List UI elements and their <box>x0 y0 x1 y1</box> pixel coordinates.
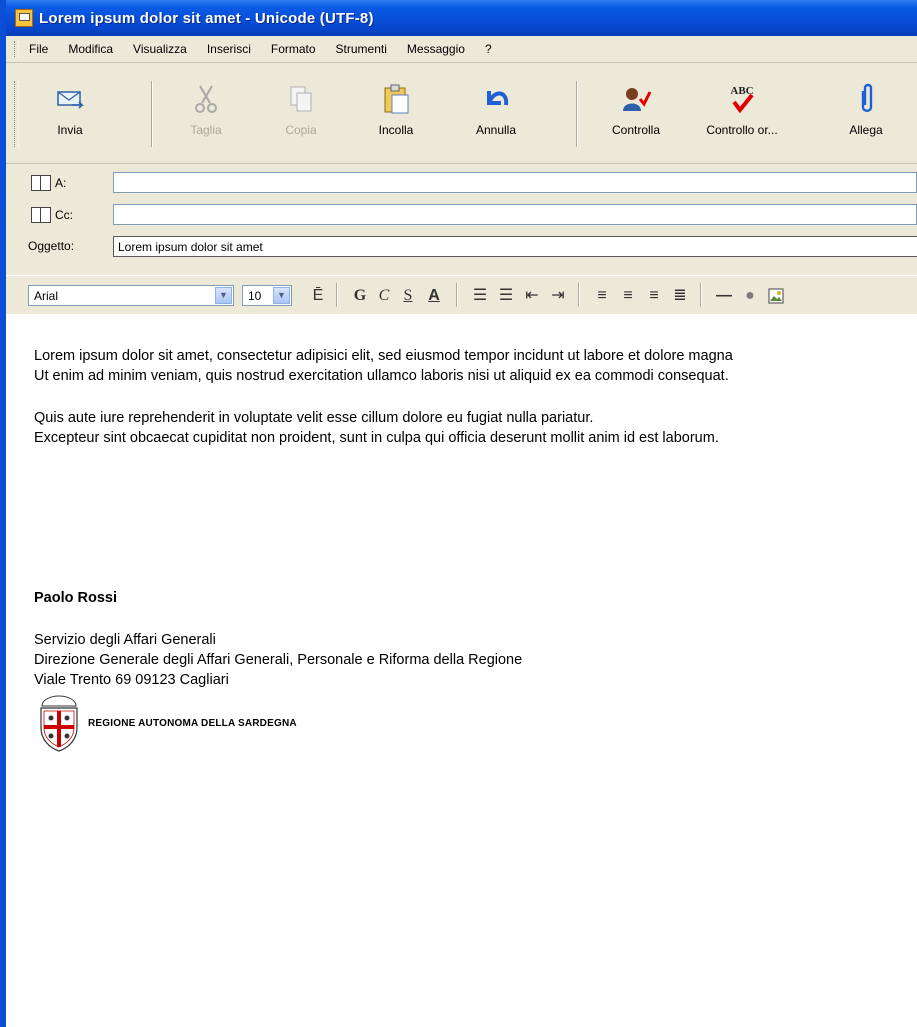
send-button[interactable]: Invia <box>30 75 110 155</box>
window-title: Lorem ipsum dolor sit amet - Unicode (UT… <box>39 9 374 27</box>
body-line: Ut enim ad minim veniam, quis nostrud ex… <box>34 368 729 384</box>
attach-label: Allega <box>849 123 883 137</box>
font-size-value: 10 <box>248 289 262 303</box>
chevron-down-icon[interactable]: ▼ <box>273 287 290 304</box>
address-book-icon <box>31 175 51 191</box>
justify-icon[interactable]: ≣ <box>670 286 690 306</box>
menu-inserisci[interactable]: Inserisci <box>207 42 251 56</box>
signature-department: Direzione Generale degli Affari Generali… <box>34 652 523 668</box>
menu-bar: File Modifica Visualizza Inserisci Forma… <box>6 36 917 63</box>
toolbar-separator <box>456 283 458 307</box>
horizontal-line-icon[interactable]: — <box>714 286 734 306</box>
logo-text: REGIONE AUTONOMA DELLA SARDEGNA <box>88 718 297 729</box>
message-headers: A: Cc: Oggetto: Lorem ipsum dolor sit am… <box>6 164 917 264</box>
scissors-icon <box>190 83 222 115</box>
send-label: Invia <box>57 123 83 137</box>
to-field[interactable] <box>113 172 917 193</box>
cc-field[interactable] <box>113 204 917 225</box>
coat-of-arms-icon <box>40 695 78 752</box>
increase-indent-icon[interactable]: ⇥ <box>548 286 568 306</box>
undo-button[interactable]: Annulla <box>456 75 536 155</box>
menu-grip[interactable] <box>14 41 19 57</box>
signature-name: Paolo Rossi <box>34 590 117 606</box>
subject-row: Oggetto: Lorem ipsum dolor sit amet <box>6 234 917 260</box>
spell-check-icon: ABC <box>726 83 758 115</box>
font-size-select[interactable]: 10 ▼ <box>242 285 292 306</box>
decrease-indent-icon[interactable]: ⇤ <box>522 286 542 306</box>
cut-button[interactable]: Taglia <box>166 75 246 155</box>
formatting-toolbar: Arial ▼ 10 ▼ Ē G C S A ☰ ☰ ⇤ ⇥ ≡ ≡ ≡ ≣ —… <box>6 275 917 315</box>
cc-label: Cc: <box>55 208 73 222</box>
title-bar[interactable]: Lorem ipsum dolor sit amet - Unicode (UT… <box>6 0 917 36</box>
toolbar-separator <box>151 81 153 147</box>
copy-icon <box>285 83 317 115</box>
toolbar-separator <box>336 283 338 307</box>
body-line: Quis aute iure reprehenderit in voluptat… <box>34 410 594 426</box>
spell-check-button[interactable]: ABC Controllo or... <box>694 75 790 155</box>
check-names-button[interactable]: Controlla <box>596 75 676 155</box>
body-line: Lorem ipsum dolor sit amet, consectetur … <box>34 348 733 364</box>
cut-label: Taglia <box>190 123 222 137</box>
spell-check-label: Controllo or... <box>706 123 778 137</box>
toolbar-grip[interactable] <box>14 81 19 147</box>
menu-messaggio[interactable]: Messaggio <box>407 42 465 56</box>
numbered-list-icon[interactable]: ☰ <box>470 286 490 306</box>
bulleted-list-icon[interactable]: ☰ <box>496 286 516 306</box>
to-label-button[interactable]: A: <box>31 175 66 191</box>
menu-file[interactable]: File <box>29 42 48 56</box>
bold-button[interactable]: G <box>350 286 370 306</box>
menu-modifica[interactable]: Modifica <box>68 42 113 56</box>
align-right-icon[interactable]: ≡ <box>644 286 664 306</box>
toolbar-separator <box>578 283 580 307</box>
undo-icon <box>480 83 512 115</box>
body-line: Excepteur sint obcaecat cupiditat non pr… <box>34 430 719 446</box>
font-family-value: Arial <box>34 289 59 303</box>
paragraph-style-icon[interactable]: Ē <box>308 286 328 306</box>
paste-label: Incolla <box>378 123 414 137</box>
menu-help[interactable]: ? <box>485 42 492 56</box>
paste-button[interactable]: Incolla <box>356 75 436 155</box>
address-book-icon <box>31 207 51 223</box>
signature-office: Servizio degli Affari Generali <box>34 632 216 648</box>
send-icon <box>54 83 86 115</box>
main-toolbar: Invia Taglia Copia Incolla Annulla Contr… <box>6 63 917 164</box>
toolbar-separator <box>700 283 702 307</box>
italic-button[interactable]: C <box>374 286 394 306</box>
menu-strumenti[interactable]: Strumenti <box>336 42 387 56</box>
email-compose-window: Lorem ipsum dolor sit amet - Unicode (UT… <box>0 0 917 1027</box>
attach-button[interactable]: Allega <box>826 75 906 155</box>
copy-button[interactable]: Copia <box>261 75 341 155</box>
toolbar-separator <box>576 81 578 147</box>
undo-label: Annulla <box>475 123 517 137</box>
to-row: A: <box>6 170 917 196</box>
new-message-icon <box>15 9 33 27</box>
check-names-icon <box>620 83 652 115</box>
to-label: A: <box>55 176 67 190</box>
copy-label: Copia <box>285 123 317 137</box>
check-names-label: Controlla <box>611 123 661 137</box>
paste-icon <box>380 83 412 115</box>
font-color-button[interactable]: A <box>424 286 444 306</box>
font-family-select[interactable]: Arial ▼ <box>28 285 234 306</box>
cc-label-button[interactable]: Cc: <box>31 207 73 223</box>
subject-label: Oggetto: <box>28 239 75 253</box>
align-left-icon[interactable]: ≡ <box>592 286 612 306</box>
insert-picture-icon[interactable] <box>766 286 786 306</box>
chevron-down-icon[interactable]: ▼ <box>215 287 232 304</box>
align-center-icon[interactable]: ≡ <box>618 286 638 306</box>
paperclip-icon <box>850 83 882 115</box>
cc-row: Cc: <box>6 202 917 228</box>
menu-visualizza[interactable]: Visualizza <box>133 42 187 56</box>
underline-button[interactable]: S <box>398 286 418 306</box>
region-logo: REGIONE AUTONOMA DELLA SARDEGNA <box>36 694 297 754</box>
subject-field[interactable]: Lorem ipsum dolor sit amet <box>113 236 917 257</box>
message-body[interactable]: Lorem ipsum dolor sit amet, consectetur … <box>6 314 917 1027</box>
signature-address: Viale Trento 69 09123 Cagliari <box>34 672 229 688</box>
menu-formato[interactable]: Formato <box>271 42 316 56</box>
hyperlink-icon[interactable]: ● <box>740 286 760 306</box>
